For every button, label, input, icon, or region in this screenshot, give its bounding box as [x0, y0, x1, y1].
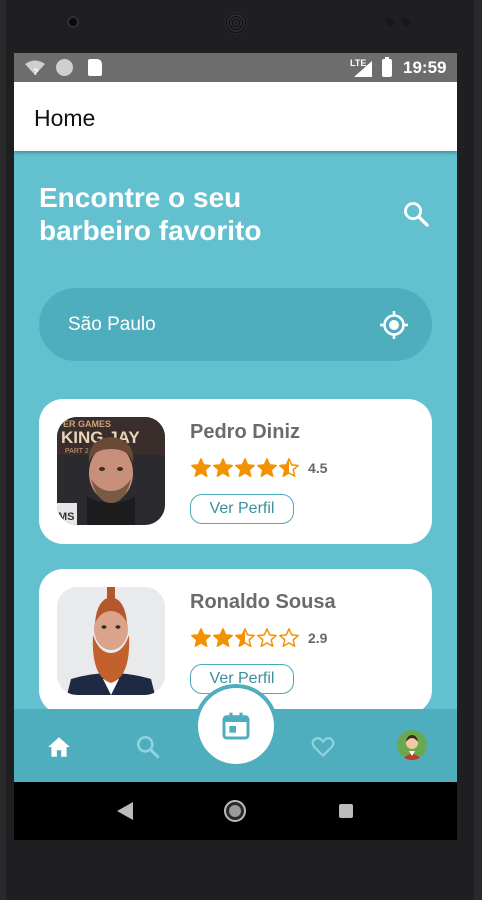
barber-photo: ER GAMES KING JAY PART 2 MS — [57, 417, 165, 525]
location-target-icon[interactable] — [379, 310, 409, 340]
barber-photo — [57, 587, 165, 695]
sd-card-icon — [88, 59, 102, 76]
star-full-icon — [191, 628, 211, 647]
recent-apps-icon[interactable] — [339, 804, 353, 818]
app-bar: Home — [14, 82, 457, 151]
earpiece-speaker — [225, 12, 247, 34]
heart-icon[interactable] — [310, 734, 336, 760]
phone-edge — [0, 0, 6, 900]
star-full-icon — [235, 458, 255, 477]
star-empty-icon — [279, 628, 299, 647]
status-time: 19:59 — [403, 58, 447, 77]
hero-title-line: Encontre o seu — [39, 182, 242, 213]
star-full-icon — [257, 458, 277, 477]
battery-icon — [382, 57, 392, 77]
calendar-fab-inner — [198, 688, 274, 764]
calendar-fab-button[interactable] — [194, 684, 278, 768]
rating-stars: 4.5 — [190, 457, 327, 479]
svg-text:MS: MS — [58, 511, 75, 523]
user-avatar[interactable] — [397, 730, 427, 760]
star-half-icon — [279, 458, 299, 477]
star-full-icon — [213, 458, 233, 477]
front-camera — [67, 16, 79, 28]
star-full-icon — [213, 628, 233, 647]
search-icon[interactable] — [135, 734, 161, 760]
barber-name: Pedro Diniz — [190, 421, 301, 443]
light-sensor — [402, 18, 410, 26]
back-icon[interactable] — [117, 802, 133, 820]
wifi-icon: ? — [25, 60, 45, 76]
proximity-sensor — [386, 18, 394, 26]
signal-icon — [354, 61, 372, 77]
phone-edge — [474, 0, 482, 900]
rating-stars: 2.9 — [190, 627, 327, 649]
phone-frame: ? LTE 19:59 Home Encontre o seu barbeiro… — [0, 0, 482, 900]
home-button[interactable] — [224, 800, 246, 822]
rating-value: 4.5 — [308, 460, 328, 476]
barber-photo-image: ER GAMES KING JAY PART 2 MS — [57, 417, 165, 525]
sync-icon — [56, 59, 73, 76]
svg-text:?: ? — [33, 67, 39, 76]
svg-text:PART 2: PART 2 — [65, 448, 89, 455]
user-avatar-image — [397, 730, 427, 760]
page-title: Home — [34, 105, 96, 131]
view-profile-button[interactable]: Ver Perfil — [190, 494, 294, 524]
home-icon[interactable] — [46, 734, 72, 760]
status-bar: ? LTE 19:59 — [14, 53, 457, 82]
barber-card[interactable]: ER GAMES KING JAY PART 2 MS Pedro Diniz … — [39, 399, 432, 544]
search-icon[interactable] — [402, 200, 430, 228]
location-field[interactable]: São Paulo — [39, 288, 432, 361]
hero-title: Encontre o seu barbeiro favorito — [39, 181, 339, 247]
star-empty-icon — [257, 628, 277, 647]
barber-photo-image — [57, 587, 165, 695]
barber-name: Ronaldo Sousa — [190, 591, 336, 613]
calendar-icon — [222, 712, 250, 740]
system-navigation-bar — [14, 782, 457, 840]
location-value: São Paulo — [68, 314, 156, 335]
rating-value: 2.9 — [308, 630, 328, 646]
star-full-icon — [191, 458, 211, 477]
hero-title-line: barbeiro favorito — [39, 215, 262, 246]
app-screen: ? LTE 19:59 Home Encontre o seu barbeiro… — [14, 53, 457, 840]
star-half-icon — [235, 628, 255, 647]
